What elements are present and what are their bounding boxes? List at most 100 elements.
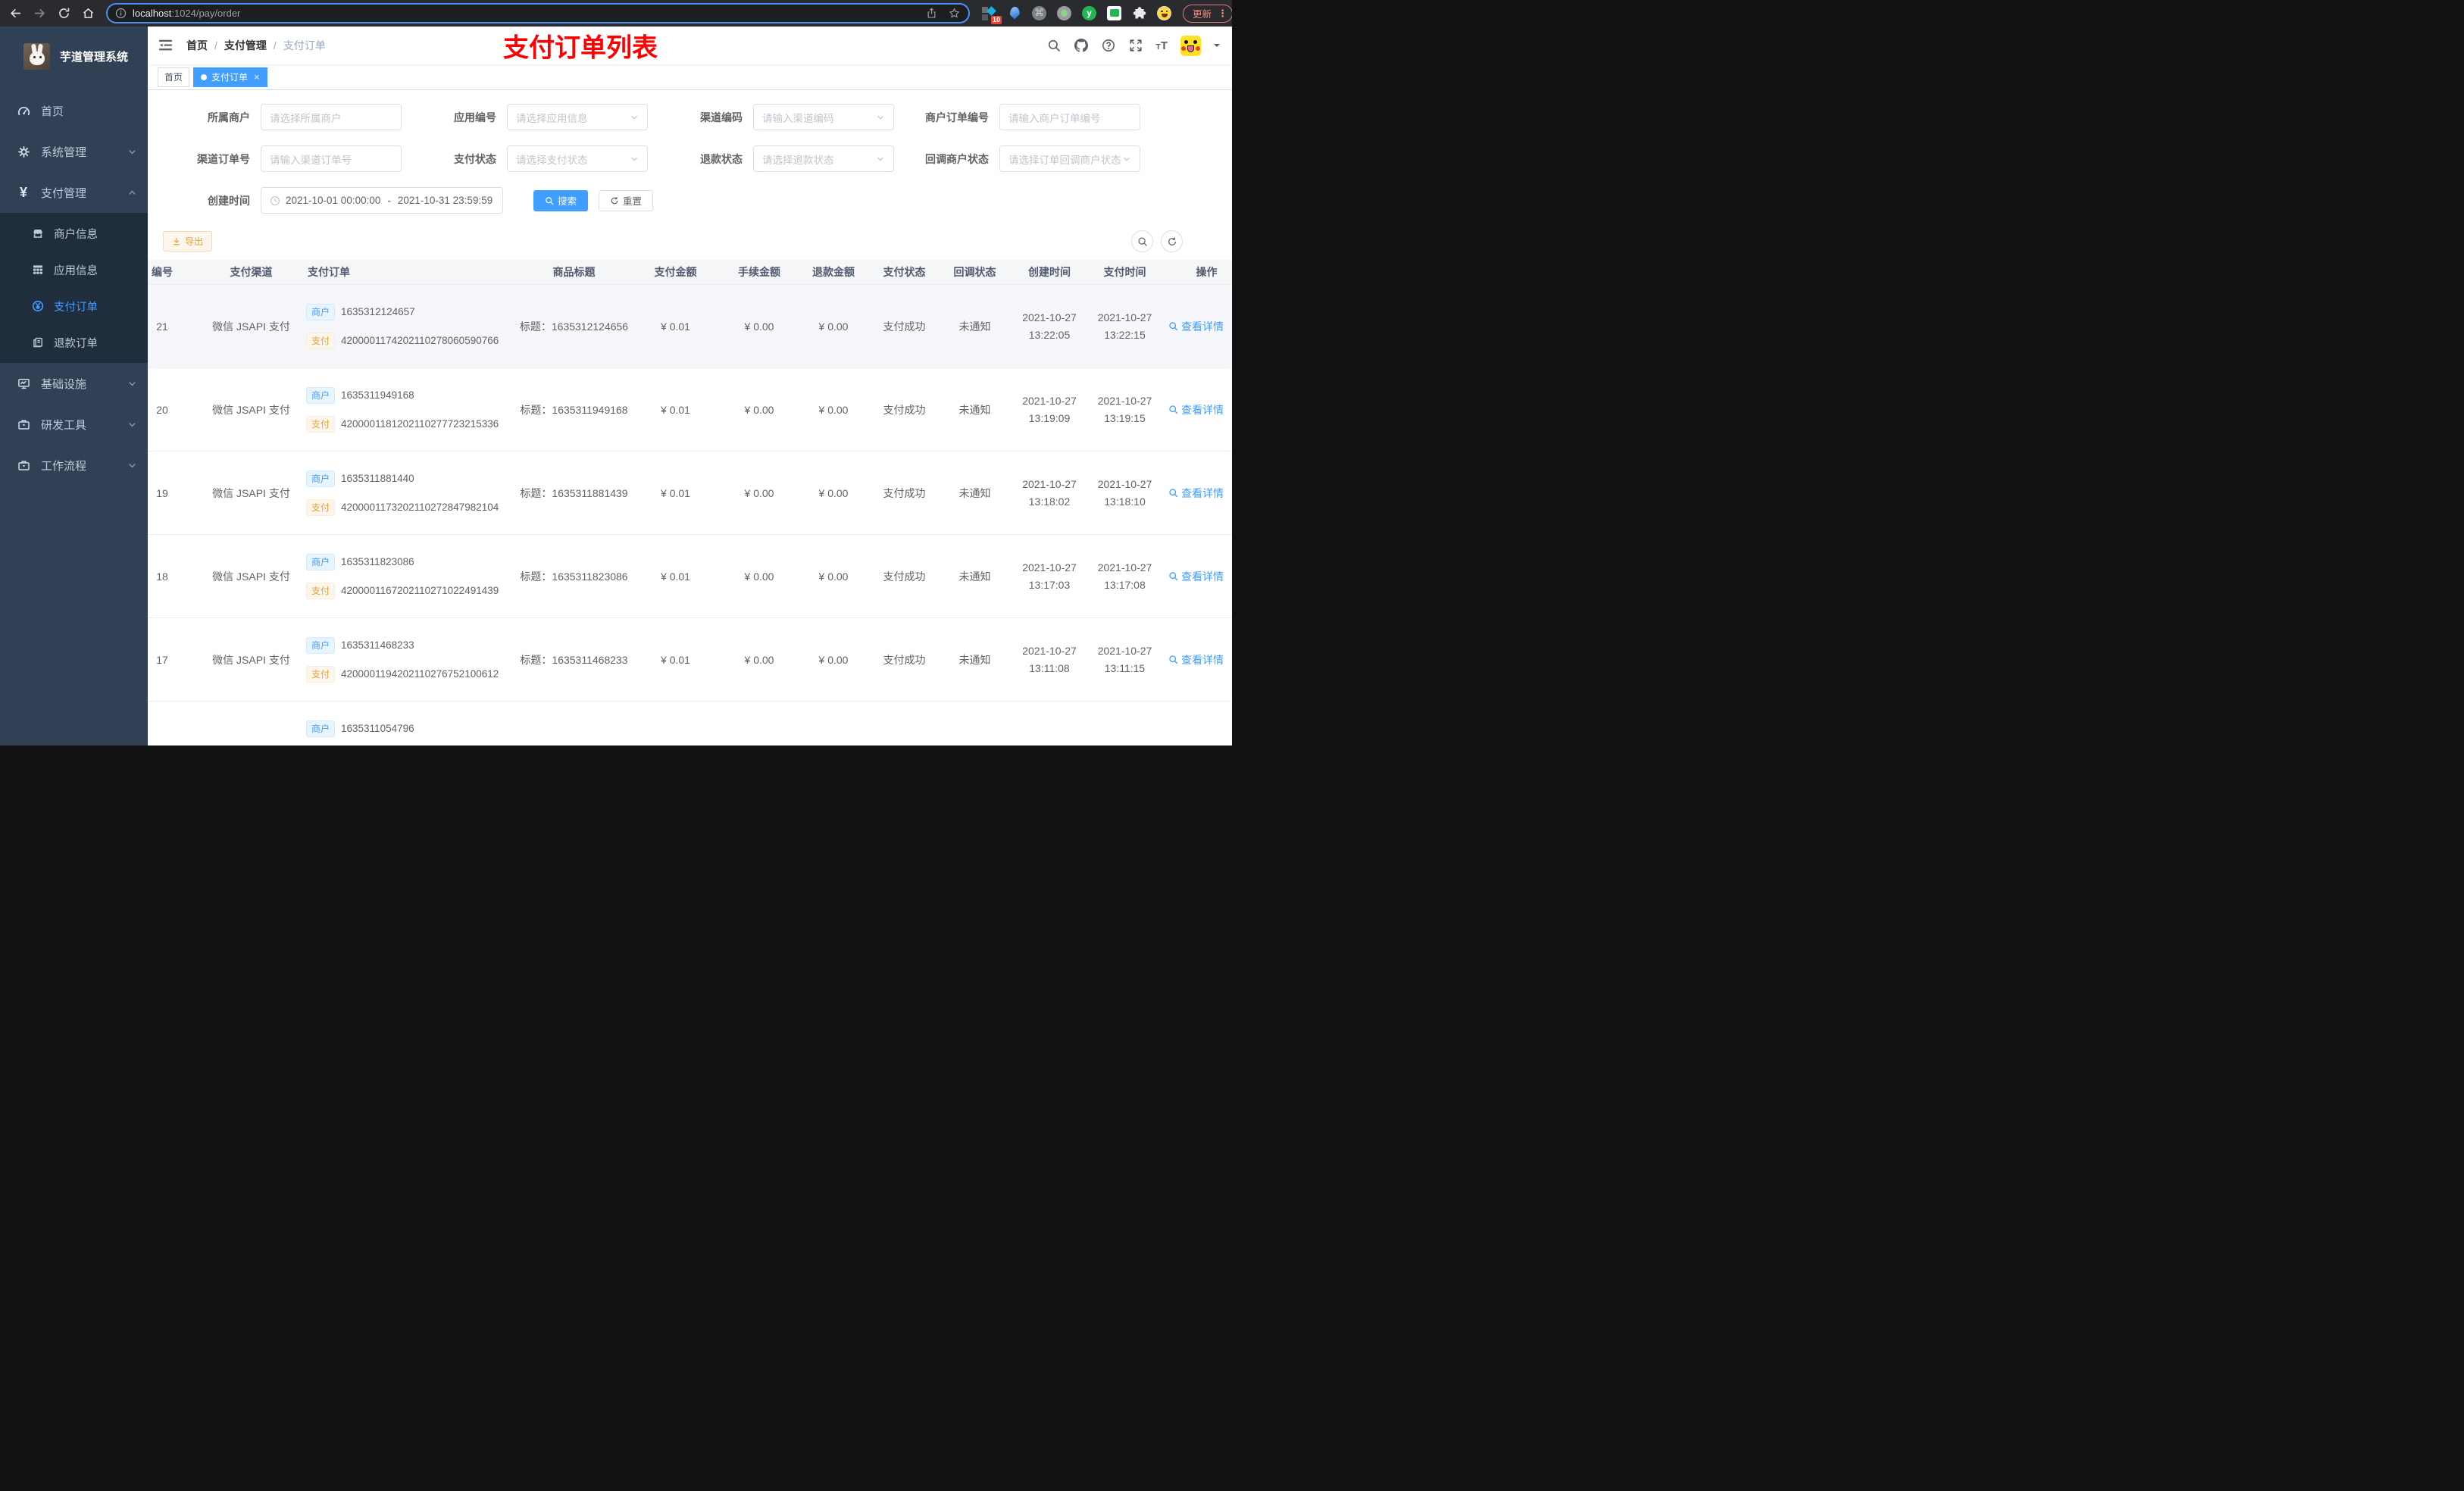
table-row: 21 微信 JSAPI 支付 商户 1635312124657 支付 4200001…: [148, 285, 1232, 368]
search-button[interactable]: 搜索: [533, 189, 589, 211]
cell-amount: ¥ 0.01: [661, 570, 690, 583]
cell-amount: ¥ 0.01: [661, 486, 690, 499]
cell-pay-time: 2021-10-27 13:22:15: [1097, 311, 1152, 341]
chevron-up-icon: [127, 188, 137, 198]
cell-fee: ¥ 0.00: [744, 653, 774, 666]
sidebar-item-home[interactable]: 首页: [0, 90, 148, 131]
sidebar-item-system[interactable]: 系统管理: [0, 131, 148, 172]
channel-code-select[interactable]: 请输入渠道编码: [753, 104, 894, 130]
app-select[interactable]: 请选择应用信息: [507, 104, 648, 130]
cell-order-numbers: 商户 1635311468233 支付 4200001194202110276752…: [306, 636, 518, 683]
browser-forward-icon[interactable]: [32, 6, 47, 21]
y-extension-icon[interactable]: y: [1082, 5, 1097, 21]
fullscreen-icon[interactable]: [1128, 39, 1143, 53]
cell-order-numbers: 商户 1635311054796: [306, 720, 518, 746]
view-detail-link[interactable]: 查看详情: [1168, 319, 1224, 334]
font-size-icon[interactable]: TT: [1155, 40, 1168, 52]
export-label: 导出: [185, 236, 204, 247]
tab-close-icon[interactable]: ×: [254, 72, 260, 82]
extensions-puzzle-icon[interactable]: [1132, 6, 1147, 21]
update-label: 更新: [1193, 9, 1212, 20]
tab-pay-order[interactable]: 支付订单 ×: [193, 67, 267, 87]
tags-view-bar: 首页 支付订单 ×: [148, 64, 1232, 90]
bookmark-star-icon[interactable]: [949, 8, 961, 20]
date-start-value: 2021-10-01 00:00:00: [286, 195, 381, 206]
view-detail-link[interactable]: 查看详情: [1168, 652, 1224, 667]
help-icon[interactable]: [1101, 39, 1115, 53]
sidebar-item-workflow[interactable]: 工作流程: [0, 445, 148, 486]
browser-home-icon[interactable]: [80, 6, 95, 21]
cell-channel: 微信 JSAPI 支付: [212, 403, 290, 416]
browser-reload-icon[interactable]: [56, 6, 71, 21]
sidebar-item-label: 支付管理: [41, 186, 87, 200]
breadcrumb-payment[interactable]: 支付管理: [224, 38, 267, 53]
export-button[interactable]: 导出: [163, 231, 213, 252]
avatar-caret-icon[interactable]: [1214, 44, 1220, 50]
site-info-icon[interactable]: [115, 8, 127, 20]
briefcase-icon: [17, 417, 30, 431]
profile-avatar-icon[interactable]: [1157, 5, 1172, 21]
cell-status: 支付成功: [883, 653, 926, 666]
refresh-table-button[interactable]: [1161, 230, 1183, 252]
pay-tag: 支付: [306, 665, 336, 683]
command-extension-icon[interactable]: ⌘: [1032, 5, 1047, 21]
sidebar-item-payment[interactable]: ¥ 支付管理: [0, 172, 148, 213]
address-bar[interactable]: localhost:1024/pay/order: [106, 3, 970, 23]
sidebar-item-dev-tools[interactable]: 研发工具: [0, 404, 148, 445]
breadcrumb-home[interactable]: 首页: [186, 38, 208, 53]
sidebar-item-label: 应用信息: [54, 264, 98, 277]
cell-notify: 未通知: [958, 653, 991, 666]
monitor-icon: [17, 377, 30, 390]
sketch-extension-icon[interactable]: 10: [982, 5, 1002, 24]
table-row: 17 微信 JSAPI 支付 商户 1635311468233 支付 4200001…: [148, 618, 1232, 702]
browser-back-icon[interactable]: [8, 6, 23, 21]
share-icon[interactable]: [926, 7, 938, 20]
channel-order-no-input[interactable]: 请输入渠道订单号: [261, 145, 402, 172]
page-content: 所属商户 请选择所属商户 应用编号 请选择应用信息 渠道编码 请输入渠道编码 商…: [148, 90, 1232, 746]
notify-status-select[interactable]: 请选择订单回调商户状态: [999, 145, 1140, 172]
merchant-tag: 商户: [306, 636, 336, 654]
cell-status: 支付成功: [883, 320, 926, 333]
sidebar-item-label: 系统管理: [41, 145, 87, 159]
sidebar-item-app-info[interactable]: 应用信息: [0, 252, 148, 288]
filter-label-create-time: 创建时间: [208, 194, 250, 207]
cell-pay-time: 2021-10-27 13:18:10: [1097, 477, 1152, 508]
pay-tag: 支付: [306, 582, 336, 599]
view-detail-link[interactable]: 查看详情: [1168, 569, 1224, 584]
chevron-down-icon: [876, 113, 885, 122]
recorder-extension-icon[interactable]: [1057, 5, 1072, 21]
sidebar-toggle-icon[interactable]: [158, 37, 174, 54]
pin-extension-icon[interactable]: [1007, 6, 1022, 21]
view-detail-link[interactable]: 查看详情: [1168, 486, 1224, 501]
refund-status-select[interactable]: 请选择退款状态: [753, 145, 894, 172]
tab-home[interactable]: 首页: [158, 67, 190, 87]
create-time-range-picker[interactable]: 2021-10-01 00:00:00 - 2021-10-31 23:59:5…: [261, 187, 503, 214]
merchant-select[interactable]: 请选择所属商户: [261, 104, 402, 130]
user-avatar[interactable]: [1180, 35, 1201, 56]
chevron-down-icon: [630, 113, 639, 122]
sidebar-item-refund-order[interactable]: 退款订单: [0, 324, 148, 361]
cell-id: 19: [156, 486, 168, 499]
sidebar-item-pay-order[interactable]: 支付订单: [0, 288, 148, 324]
filter-label-notify-status: 回调商户状态: [925, 152, 989, 165]
browser-update-button[interactable]: 更新 ⋮: [1183, 4, 1232, 23]
reset-button[interactable]: 重置: [599, 189, 654, 211]
sidebar-item-infrastructure[interactable]: 基础设施: [0, 363, 148, 404]
view-detail-link[interactable]: 查看详情: [1168, 402, 1224, 417]
logo-rabbit-image: [23, 42, 50, 70]
sidebar-item-merchant-info[interactable]: 商户信息: [0, 215, 148, 252]
url-path: :1024/pay/order: [171, 8, 241, 19]
chat-extension-icon[interactable]: [1107, 5, 1122, 21]
url-host: localhost: [133, 8, 172, 19]
toggle-search-button[interactable]: [1131, 230, 1153, 252]
sidebar-item-label: 首页: [41, 105, 64, 118]
merchant-order-no-input[interactable]: 请输入商户订单编号: [999, 104, 1140, 130]
app-title: 芋道管理系统: [60, 50, 129, 64]
header-search-icon[interactable]: [1046, 39, 1061, 53]
browser-menu-dots-icon[interactable]: ⋮: [1218, 8, 1227, 20]
github-icon[interactable]: [1074, 39, 1088, 53]
chevron-down-icon: [127, 379, 137, 389]
cell-notify: 未通知: [958, 570, 991, 583]
briefcase-icon: [17, 458, 30, 472]
pay-status-select[interactable]: 请选择支付状态: [507, 145, 648, 172]
